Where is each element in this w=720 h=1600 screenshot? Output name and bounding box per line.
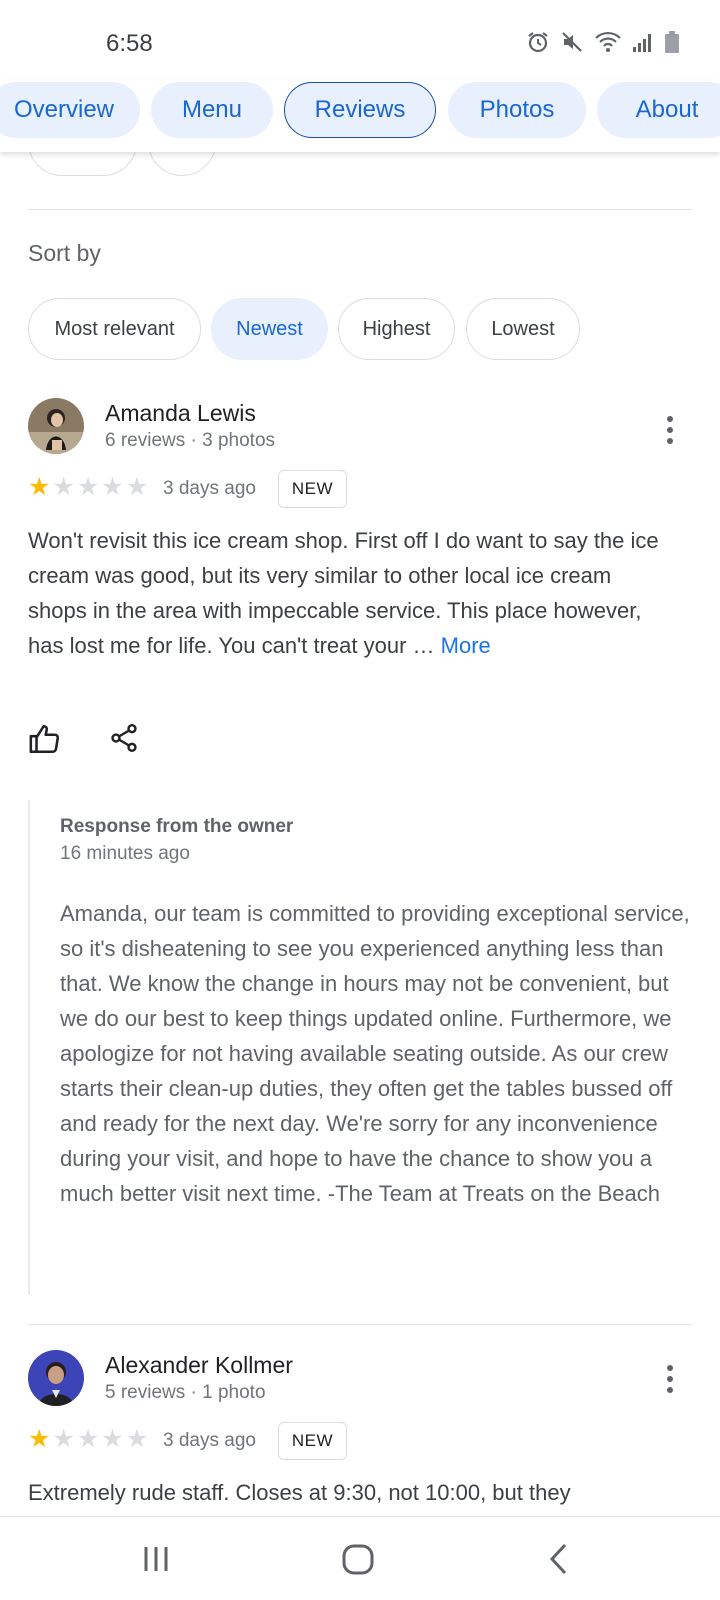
mute-icon: [560, 30, 584, 54]
tab-overview[interactable]: Overview: [0, 82, 140, 138]
star-filled-icon: ★: [28, 1425, 51, 1453]
review-text: Extremely rude staff. Closes at 9:30, no…: [28, 1480, 571, 1505]
sort-highest-chip[interactable]: Highest: [338, 298, 455, 360]
owner-response-title: Response from the owner: [60, 816, 294, 837]
review-date: 3 days ago: [163, 1430, 256, 1451]
recent-apps-icon[interactable]: [136, 1539, 176, 1579]
owner-response-time: 16 minutes ago: [60, 843, 190, 864]
new-badge: NEW: [278, 1422, 347, 1460]
star-empty-icon: ★: [76, 1425, 100, 1453]
star-empty-icon: ★: [125, 1425, 149, 1453]
review-date: 3 days ago: [163, 478, 256, 499]
star-empty-icon: ★: [101, 473, 124, 501]
star-empty-icon: ★: [125, 473, 149, 501]
alarm-icon: [526, 30, 550, 54]
more-options-icon[interactable]: [666, 1365, 674, 1398]
star-empty-icon: ★: [101, 1425, 124, 1453]
more-options-icon[interactable]: [666, 416, 674, 449]
new-badge: NEW: [278, 470, 347, 508]
tab-reviews[interactable]: Reviews: [284, 82, 436, 138]
star-empty-icon: ★: [52, 1425, 75, 1453]
reviewer-name[interactable]: Amanda Lewis: [105, 400, 256, 427]
status-bar: 6:58: [0, 0, 720, 80]
divider: [28, 1324, 692, 1325]
reviewer-name[interactable]: Alexander Kollmer: [105, 1352, 293, 1379]
star-empty-icon: ★: [76, 473, 100, 501]
sort-label: Sort by: [28, 240, 101, 266]
reviewer-meta: 5 reviews · 1 photo: [105, 1382, 266, 1403]
star-rating: ★ ★ ★ ★ ★: [28, 1427, 148, 1452]
divider: [28, 209, 692, 210]
sort-lowest-chip[interactable]: Lowest: [466, 298, 580, 360]
sort-newest-chip[interactable]: Newest: [211, 298, 328, 360]
wifi-icon: [594, 30, 622, 54]
owner-response-text: Amanda, our team is committed to providi…: [60, 901, 690, 1206]
system-nav-bar: [0, 1516, 720, 1600]
tab-bar: Overview Menu Reviews Photos About: [0, 80, 720, 152]
tab-about[interactable]: About: [597, 82, 720, 138]
home-icon[interactable]: [338, 1539, 378, 1579]
tab-photos[interactable]: Photos: [448, 82, 586, 138]
thumbs-up-icon[interactable]: [28, 722, 64, 758]
review-text: Won't revisit this ice cream shop. First…: [28, 523, 668, 663]
sort-most-relevant-chip[interactable]: Most relevant: [28, 298, 201, 360]
reviewer-avatar[interactable]: [28, 1350, 84, 1406]
status-time: 6:58: [106, 30, 153, 57]
more-link[interactable]: More: [441, 633, 491, 658]
signal-icon: [632, 31, 654, 53]
battery-icon: [664, 30, 680, 54]
share-icon[interactable]: [108, 722, 144, 758]
back-icon[interactable]: [540, 1539, 580, 1579]
review-body: Won't revisit this ice cream shop. First…: [28, 528, 659, 658]
tab-menu[interactable]: Menu: [151, 82, 273, 138]
owner-response: Response from the owner 16 minutes ago A…: [28, 800, 692, 1295]
star-rating: ★ ★ ★ ★ ★: [28, 475, 148, 500]
star-filled-icon: ★: [28, 473, 51, 501]
reviewer-meta: 6 reviews · 3 photos: [105, 430, 276, 451]
status-icons: [526, 30, 680, 54]
star-empty-icon: ★: [52, 473, 75, 501]
reviewer-avatar[interactable]: [28, 398, 84, 454]
